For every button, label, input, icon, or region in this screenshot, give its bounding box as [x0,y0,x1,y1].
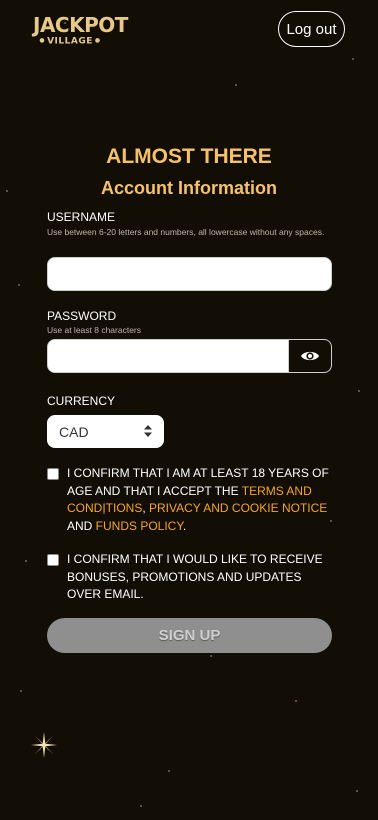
promo-confirm-checkbox[interactable] [47,554,59,566]
eye-icon [301,351,319,361]
username-label: USERNAME [47,210,116,224]
password-label: PASSWORD [47,309,117,323]
promo-confirm-text: I CONFIRM THAT I WOULD LIKE TO RECEIVE B… [67,552,323,601]
signup-button[interactable]: SIGN UP [47,618,332,653]
logout-button[interactable]: Log out [278,11,345,47]
jackpot-village-logo[interactable]: JACKPOT ● VILLAGE ● [33,13,128,48]
funds-policy-link[interactable]: FUNDS POLICY [96,519,183,533]
password-input[interactable] [47,339,289,373]
username-input[interactable] [47,257,332,291]
privacy-link[interactable]: PRIVACY AND COOKIE NOTICE [149,501,327,515]
username-hint: Use between 6-20 letters and numbers, al… [47,227,325,237]
show-password-button[interactable] [289,339,332,373]
promo-confirm-row: I CONFIRM THAT I WOULD LIKE TO RECEIVE B… [47,551,337,604]
select-arrows-icon [144,425,152,437]
currency-select[interactable]: CAD [47,415,164,448]
page-title: ALMOST THERE [106,145,272,168]
currency-label: CURRENCY [47,394,116,408]
password-hint: Use at least 8 characters [47,325,142,335]
starfield-background [0,0,378,820]
currency-selected-value: CAD [59,423,89,440]
password-field-group [47,339,332,373]
logo-text-bottom: ● VILLAGE ● [39,36,101,47]
age-confirm-row: I CONFIRM THAT I AM AT LEAST 18 YEARS OF… [47,465,337,535]
age-confirm-text: I CONFIRM THAT I AM AT LEAST 18 YEARS OF… [67,466,329,533]
page-subtitle: Account Information [101,178,277,198]
age-confirm-checkbox[interactable] [47,468,59,480]
sparkle-icon [31,732,57,758]
logo-text-top: JACKPOT [33,13,128,37]
